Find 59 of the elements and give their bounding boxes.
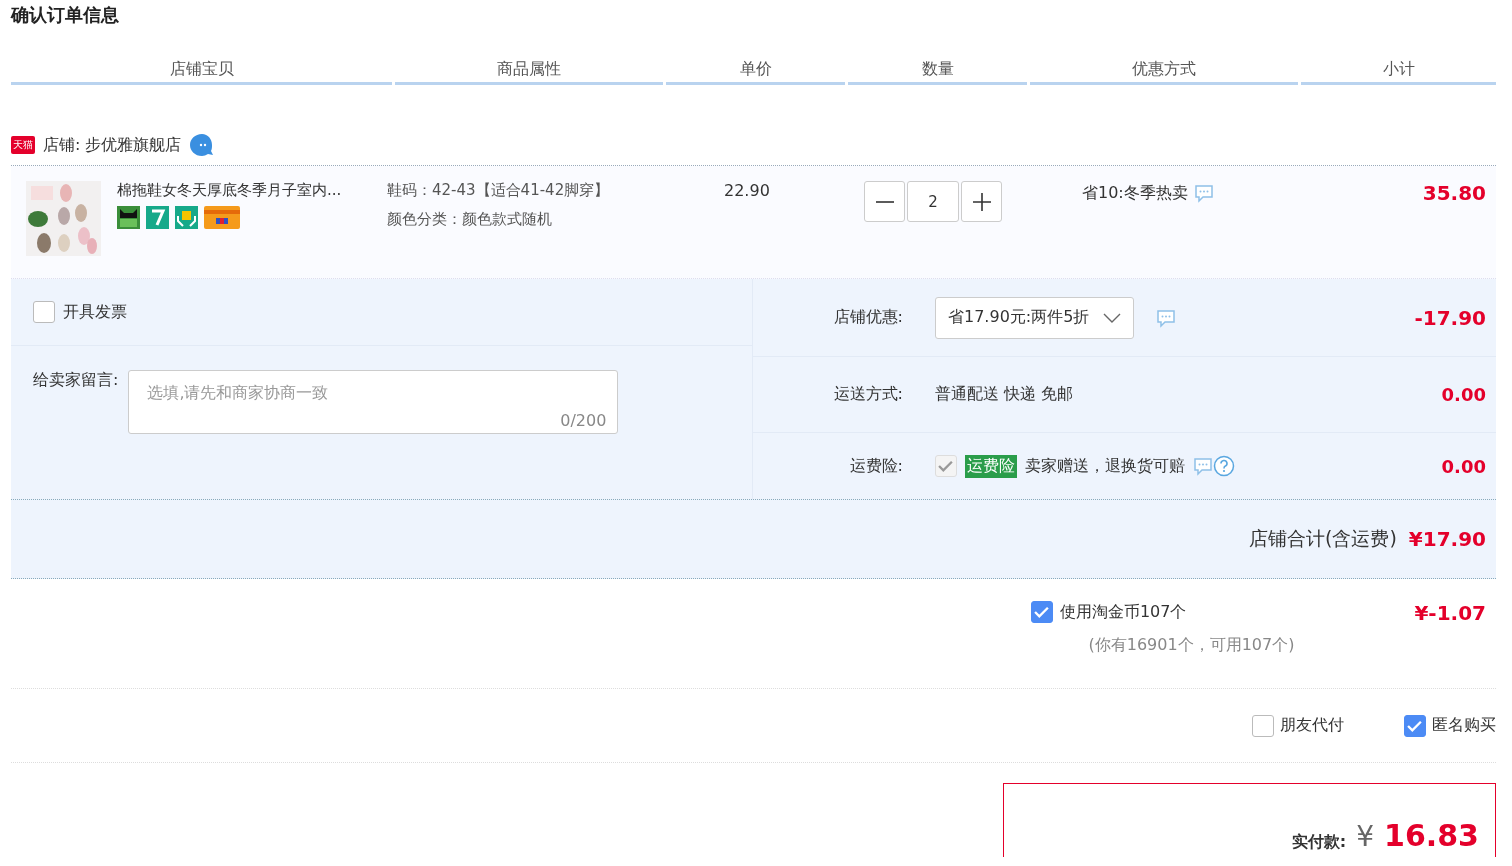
coins-amount: ¥-1.07 [1414, 601, 1487, 627]
column-header: 小计 [1301, 59, 1496, 85]
unit-price: 22.90 [723, 181, 771, 202]
product-title[interactable]: 棉拖鞋女冬天厚底冬季月子室内... [117, 181, 387, 200]
store-badge: 天猫 [11, 136, 35, 154]
checkbox[interactable] [33, 301, 55, 323]
product-attribute: 鞋码：42-43【适合41-42脚穿】 [387, 181, 610, 200]
checkmark-icon [938, 459, 954, 473]
chat-icon [1193, 456, 1213, 476]
chat-bubble-icon [189, 133, 216, 157]
column-header: 数量 [848, 59, 1027, 85]
column-header: 单价 [666, 59, 845, 85]
fee-label: 店铺优惠: [832, 307, 903, 328]
column-header: 优惠方式 [1030, 59, 1298, 85]
seven-icon [146, 206, 169, 229]
checkmark-icon [1407, 718, 1423, 733]
option-label: 匿名购买 [1432, 715, 1496, 736]
currency-sign: ¥ [1356, 823, 1375, 851]
plus-icon [971, 191, 992, 212]
product-attribute: 颜色分类：颜色款式随机 [387, 210, 552, 229]
shop-name: 店铺: 步优雅旗舰店 [43, 134, 182, 156]
invoice-label: 开具发票 [63, 301, 127, 323]
checkbox[interactable] [1030, 601, 1053, 623]
coins-note: (你有16901个，可用107个) [1088, 635, 1295, 656]
character-counter: 0/200 [560, 411, 607, 430]
shipping-method: 普通配送 快递 免邮 [935, 384, 1074, 405]
fee-amount: -17.90 [1414, 305, 1486, 330]
coins-label: 使用淘金币107个 [1059, 601, 1187, 623]
checkmark-icon [1033, 605, 1050, 619]
minus-icon [875, 200, 894, 203]
checkbox[interactable] [1252, 714, 1274, 737]
card-icon [204, 206, 240, 229]
quantity-field[interactable]: 2 [907, 181, 959, 222]
shop-total-amount: ¥17.90 [1408, 527, 1486, 551]
column-header: 商品属性 [395, 59, 663, 85]
page-title: 确认订单信息 [11, 3, 119, 27]
bag-hands-icon [175, 206, 198, 229]
chat-icon [1193, 183, 1214, 203]
chat-icon [1156, 307, 1177, 328]
discount-dropdown[interactable]: 省17.90元:两件5折 [935, 296, 1135, 339]
column-header: 店铺宝贝 [11, 59, 392, 85]
checkbox[interactable] [1404, 714, 1426, 737]
message-label: 给卖家留言: [33, 370, 119, 391]
fee-label: 运费险: [848, 455, 903, 477]
promotion-text: 省10:冬季热卖 [1082, 182, 1188, 204]
fee-amount: 0.00 [1441, 455, 1486, 477]
payment-label: 实付款: [1291, 831, 1347, 851]
chevron-down-icon [1103, 311, 1122, 324]
fee-label: 运送方式: [832, 384, 903, 405]
help-icon [1213, 455, 1235, 477]
plus-button[interactable] [961, 181, 1002, 222]
fee-amount: 0.00 [1441, 384, 1486, 405]
shop-total-label: 店铺合计(含运费) [1249, 526, 1397, 551]
subtotal-amount: 35.80 [1422, 181, 1487, 205]
option-label: 朋友代付 [1280, 715, 1344, 736]
insurance-tag: 运费险 [965, 454, 1017, 478]
insurance-text: 卖家赠送，退换货可赔 [1025, 455, 1185, 477]
payment-amount: 16.83 [1384, 821, 1479, 851]
minus-button[interactable] [864, 181, 905, 222]
